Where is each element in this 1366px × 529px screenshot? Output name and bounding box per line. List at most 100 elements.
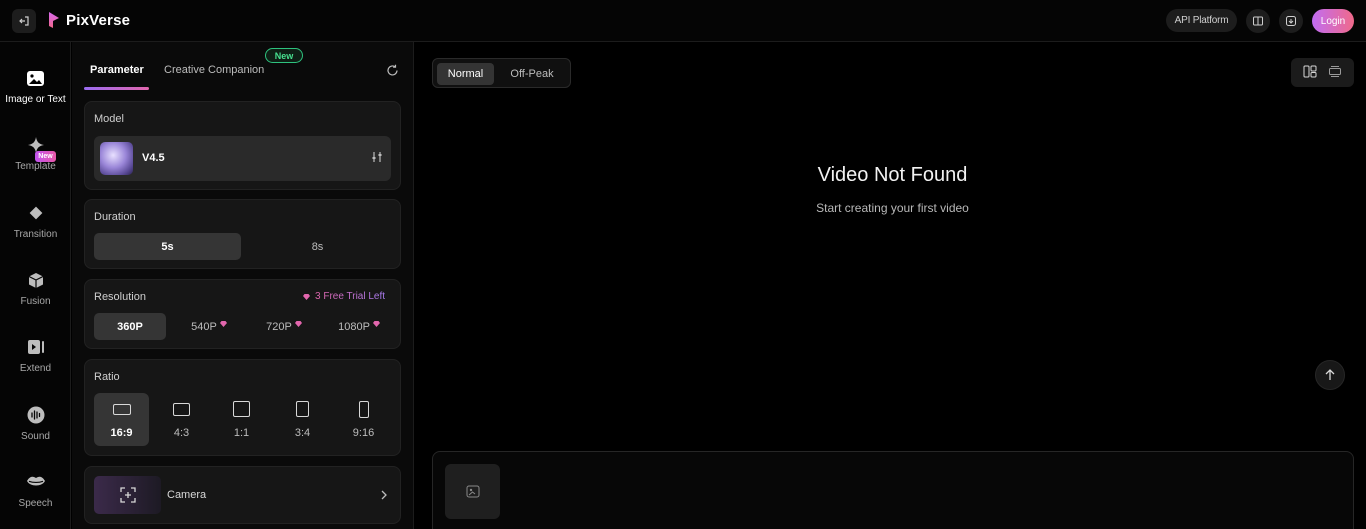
reset-button[interactable] bbox=[386, 64, 399, 80]
panel-tabs: Parameter Creative Companion New bbox=[72, 42, 414, 90]
camera-thumbnail bbox=[94, 476, 161, 514]
sliders-icon bbox=[372, 152, 382, 162]
ratio-option-3-4[interactable]: 3:4 bbox=[275, 393, 330, 446]
download-icon bbox=[1286, 16, 1296, 26]
exit-button[interactable] bbox=[12, 9, 36, 33]
ratio-label: 9:16 bbox=[352, 427, 375, 439]
upload-image-button[interactable] bbox=[445, 464, 500, 519]
refresh-icon bbox=[387, 64, 398, 76]
ratio-3-4-icon bbox=[296, 401, 309, 417]
top-bar: PixVerse API Platform Login bbox=[0, 0, 1366, 42]
nav-label: Transition bbox=[13, 229, 58, 240]
camera-focus-icon bbox=[119, 487, 136, 503]
duration-title: Duration bbox=[94, 211, 136, 223]
model-name: V4.5 bbox=[142, 152, 165, 164]
ratio-16-9-icon bbox=[112, 404, 131, 415]
free-trial-text: 3 Free Trial Left bbox=[315, 291, 386, 302]
nav-label: Image or Text bbox=[5, 94, 66, 105]
nav-item-image-or-text[interactable]: Image or Text bbox=[0, 67, 71, 117]
ratio-card: Ratio 16:9 4:3 1:1 3:4 9:16 bbox=[84, 359, 401, 456]
transition-new-badge: New bbox=[35, 151, 56, 162]
download-app-button[interactable] bbox=[1279, 9, 1303, 33]
ratio-option-9-16[interactable]: 9:16 bbox=[336, 393, 391, 446]
resolution-option-360p[interactable]: 360P bbox=[94, 313, 166, 340]
tab-creative-companion[interactable]: Creative Companion bbox=[164, 64, 264, 76]
nav-item-fusion[interactable]: Fusion bbox=[0, 269, 71, 319]
resolution-card: Resolution 3 Free Trial Left 360P 540P 7… bbox=[84, 279, 401, 349]
ratio-option-16-9[interactable]: 16:9 bbox=[94, 393, 149, 446]
model-thumbnail bbox=[100, 142, 133, 175]
arrow-up-icon bbox=[1325, 369, 1335, 380]
sound-icon bbox=[25, 404, 47, 426]
model-card: Model V4.5 bbox=[84, 101, 401, 190]
login-button[interactable]: Login bbox=[1312, 9, 1354, 33]
resolution-label: 540P bbox=[191, 320, 217, 333]
resolution-label: 1080P bbox=[338, 320, 370, 333]
grid-layout-icon bbox=[1303, 65, 1317, 77]
duration-option-8s[interactable]: 8s bbox=[244, 233, 391, 260]
ratio-title: Ratio bbox=[94, 371, 120, 383]
view-toggle bbox=[1291, 58, 1354, 87]
ratio-label: 16:9 bbox=[110, 427, 133, 439]
extend-icon bbox=[25, 336, 47, 358]
image-upload-icon bbox=[466, 485, 479, 498]
empty-state-title: Video Not Found bbox=[817, 164, 968, 186]
tab-parameter[interactable]: Parameter bbox=[90, 64, 144, 76]
empty-state-subtitle: Start creating your first video bbox=[816, 201, 969, 215]
model-selector[interactable]: V4.5 bbox=[94, 136, 391, 181]
nav-label: Speech bbox=[18, 498, 53, 509]
resolution-option-720p[interactable]: 720P bbox=[250, 313, 318, 340]
camera-card[interactable]: Camera bbox=[84, 466, 401, 524]
logo[interactable]: PixVerse bbox=[48, 11, 130, 29]
nav-label: Sound bbox=[21, 431, 50, 442]
gem-icon bbox=[294, 320, 302, 327]
nav-label: Fusion bbox=[20, 296, 51, 307]
scroll-to-top-button[interactable] bbox=[1315, 360, 1345, 390]
free-trial-indicator: 3 Free Trial Left bbox=[303, 291, 385, 302]
resolution-option-1080p[interactable]: 1080P bbox=[325, 313, 393, 340]
ratio-label: 3:4 bbox=[294, 427, 311, 439]
nav-item-speech[interactable]: Speech bbox=[0, 471, 71, 521]
nav-item-transition[interactable]: Transition bbox=[0, 202, 71, 252]
prompt-composer[interactable] bbox=[432, 451, 1354, 529]
nav-item-extend[interactable]: Extend bbox=[0, 336, 71, 386]
ratio-9-16-icon bbox=[358, 401, 369, 418]
list-layout-icon bbox=[1329, 65, 1342, 77]
ratio-label: 1:1 bbox=[233, 427, 250, 439]
ratio-option-4-3[interactable]: 4:3 bbox=[154, 393, 209, 446]
resolution-option-540p[interactable]: 540P bbox=[175, 313, 243, 340]
ratio-label: 4:3 bbox=[173, 427, 190, 439]
exit-icon bbox=[19, 16, 29, 26]
model-settings-button[interactable] bbox=[371, 151, 383, 166]
nav-label: Extend bbox=[19, 363, 52, 374]
mode-normal[interactable]: Normal bbox=[437, 63, 494, 85]
api-platform-button[interactable]: API Platform bbox=[1166, 9, 1237, 32]
main-area: Normal Off-Peak Video Not Found Start cr… bbox=[415, 42, 1366, 529]
duration-card: Duration 5s 8s bbox=[84, 199, 401, 269]
camera-label: Camera bbox=[167, 489, 207, 501]
book-icon bbox=[1253, 16, 1263, 26]
pixverse-logo-icon bbox=[49, 12, 59, 28]
mode-off-peak[interactable]: Off-Peak bbox=[497, 63, 567, 85]
list-view-button[interactable] bbox=[1328, 65, 1342, 81]
duration-option-5s[interactable]: 5s bbox=[94, 233, 241, 260]
left-nav: Image or Text Template Transition Fusion… bbox=[0, 42, 71, 529]
gem-icon bbox=[219, 320, 227, 327]
docs-button[interactable] bbox=[1246, 9, 1270, 33]
grid-view-button[interactable] bbox=[1303, 65, 1317, 81]
cube-icon bbox=[25, 269, 47, 291]
ratio-4-3-icon bbox=[173, 403, 190, 416]
ratio-1-1-icon bbox=[233, 401, 250, 417]
parameter-panel: Parameter Creative Companion New Model V… bbox=[72, 42, 414, 529]
tab-active-indicator bbox=[84, 87, 149, 90]
lips-icon bbox=[25, 471, 47, 493]
nav-label: Template bbox=[15, 161, 56, 172]
ratio-option-1-1[interactable]: 1:1 bbox=[214, 393, 269, 446]
gem-icon bbox=[372, 320, 380, 327]
resolution-label: 720P bbox=[266, 320, 292, 333]
nav-item-sound[interactable]: Sound bbox=[0, 404, 71, 454]
creative-new-badge: New bbox=[265, 48, 303, 63]
model-title: Model bbox=[94, 113, 124, 125]
chevron-right-icon bbox=[380, 489, 388, 503]
resolution-title: Resolution bbox=[94, 291, 146, 303]
